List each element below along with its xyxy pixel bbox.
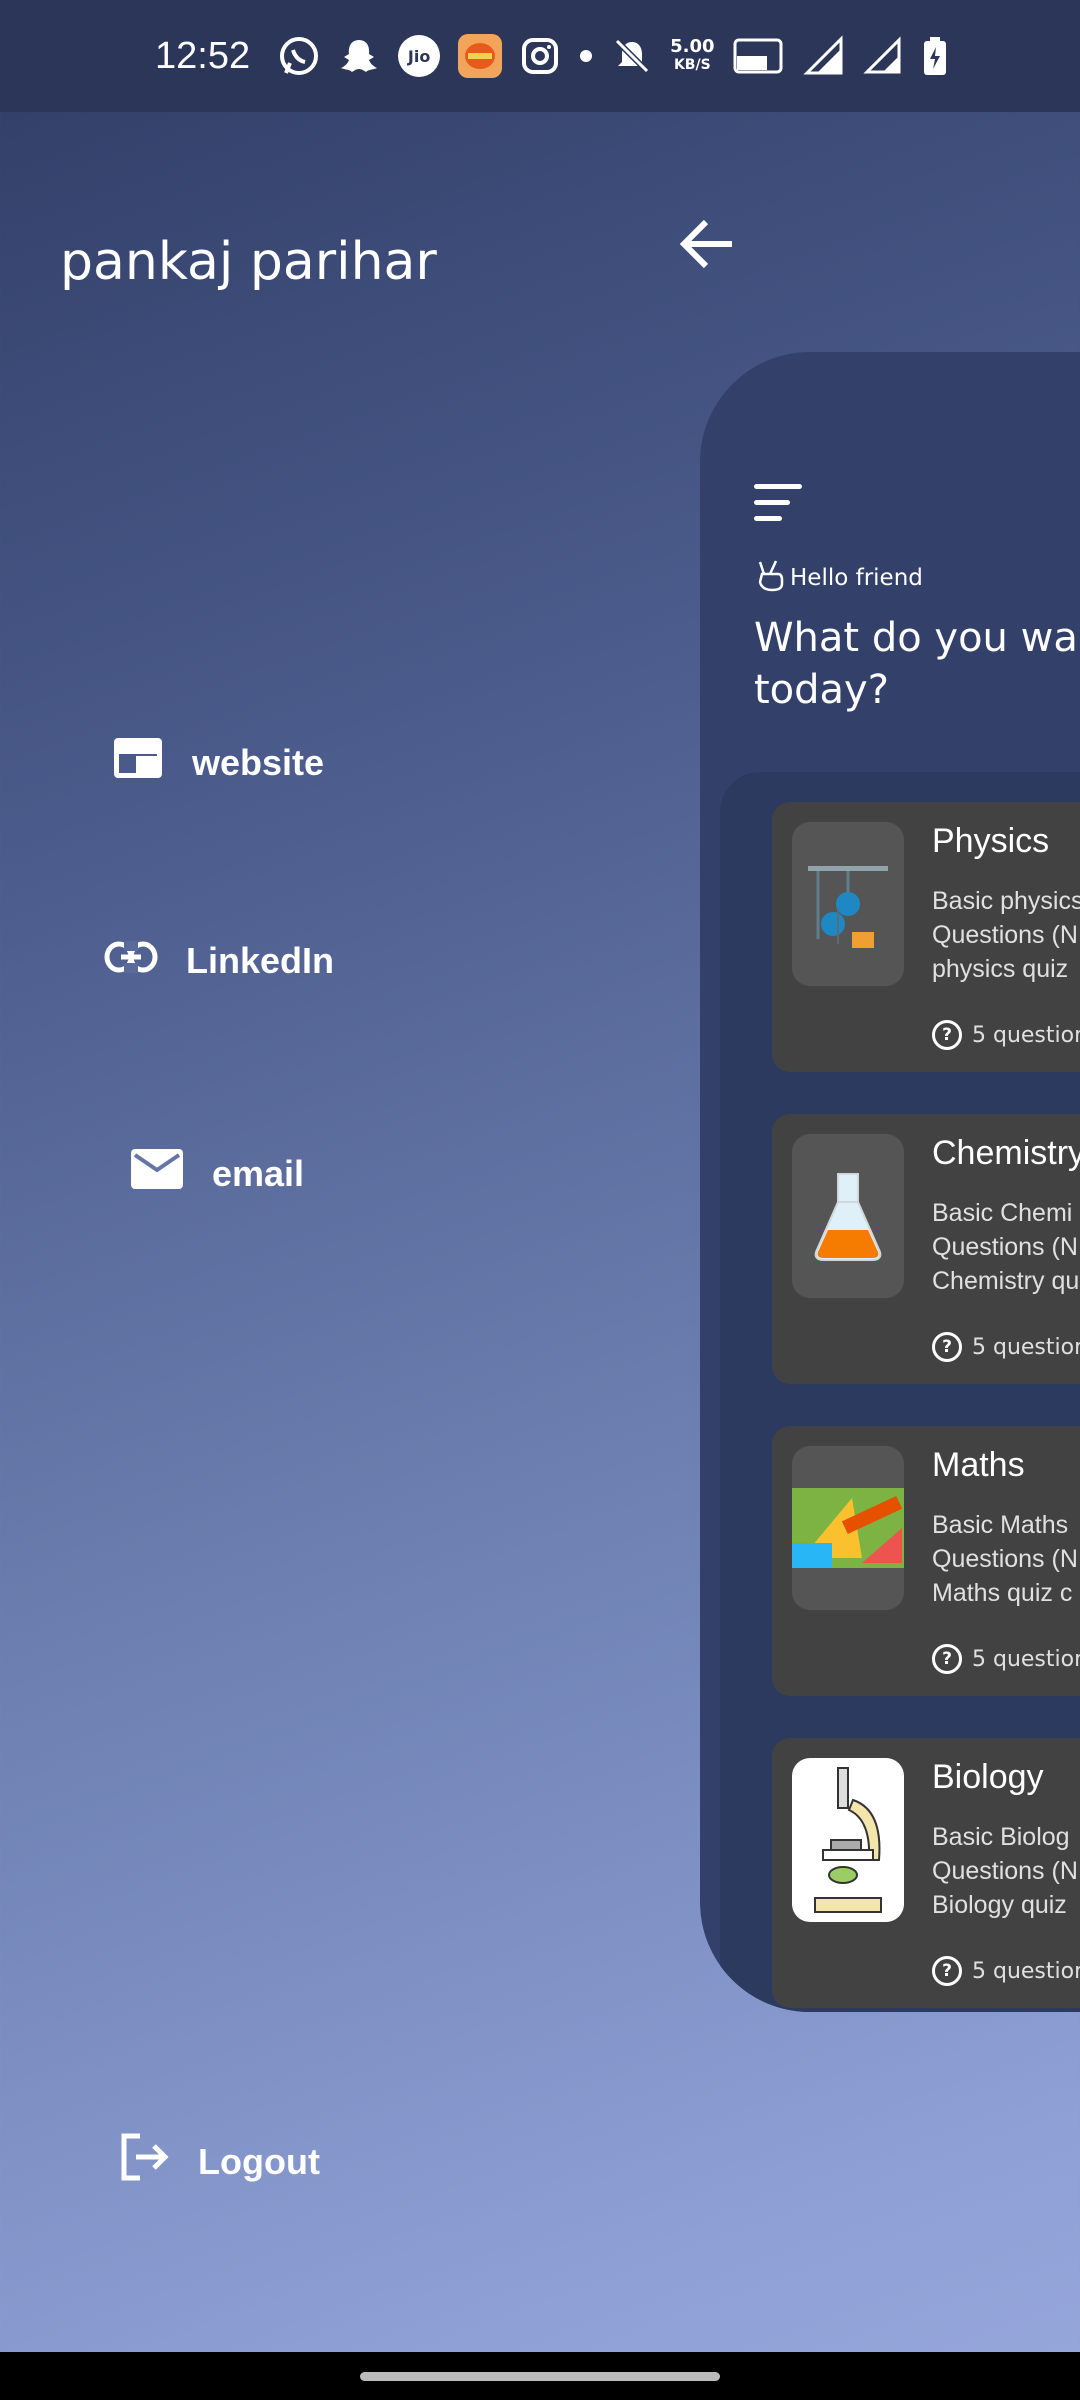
user-name: pankaj parihar xyxy=(60,232,437,292)
drawer-item-label: email xyxy=(212,1152,305,1194)
system-nav-bar xyxy=(0,2352,1080,2400)
logout-icon xyxy=(118,2132,170,2191)
chemistry-thumbnail xyxy=(792,1134,904,1298)
greeting-text: Hello friend xyxy=(790,565,923,591)
card-description: Basic Maths Questions (N Maths quiz c xyxy=(932,1511,1078,1607)
card-title: Maths xyxy=(932,1446,1025,1484)
maths-thumbnail xyxy=(792,1446,904,1610)
peace-hand-icon xyxy=(756,558,784,598)
card-meta: ? 5 questions xyxy=(932,1332,1080,1362)
quiz-list[interactable]: Physics Basic physics Questions (N physi… xyxy=(720,772,1080,2012)
drawer-item-label: LinkedIn xyxy=(186,940,335,981)
home-gesture-handle[interactable] xyxy=(360,2372,720,2381)
signal-4g-icon xyxy=(801,35,845,77)
mute-bell-icon xyxy=(612,36,652,76)
card-title: Physics xyxy=(932,822,1050,860)
question-count: 5 questions xyxy=(972,1334,1080,1360)
physics-thumbnail xyxy=(792,822,904,986)
drawer-item-linkedin[interactable]: LinkedIn xyxy=(104,940,334,982)
help-circle-icon: ? xyxy=(932,1020,962,1050)
card-description: Basic physics Questions (N physics quiz xyxy=(932,887,1080,983)
question-heading: What do you want to learn today? xyxy=(754,615,1080,713)
quiz-card-biology[interactable]: Biology Basic Biolog Questions (N Biolog… xyxy=(772,1738,1080,2008)
speed-unit: KB/S xyxy=(673,57,711,73)
card-meta: ? 5 questions xyxy=(932,1020,1080,1050)
question-count: 5 questions xyxy=(972,1646,1080,1672)
status-time: 12:52 xyxy=(155,34,251,77)
web-icon xyxy=(112,736,164,789)
help-circle-icon: ? xyxy=(932,1332,962,1362)
greeting: Hello friend xyxy=(756,558,923,598)
snapchat-icon xyxy=(338,35,380,77)
drawer-item-label: website xyxy=(192,741,325,783)
card-meta: ? 5 questions xyxy=(932,1956,1080,1986)
speed-value: 5.00 xyxy=(670,36,715,57)
question-count: 5 questions xyxy=(972,1022,1080,1048)
dot-icon xyxy=(578,48,594,64)
logout-button[interactable]: Logout xyxy=(118,2132,320,2191)
battery-charging-icon xyxy=(921,35,949,77)
logout-label: Logout xyxy=(198,2140,320,2182)
status-bar: 12:52 Jio 5.00 KB/S xyxy=(0,0,1080,112)
drawer-item-email[interactable]: email xyxy=(130,1148,304,1199)
menu-icon[interactable] xyxy=(754,484,804,524)
back-arrow-icon[interactable] xyxy=(676,212,740,276)
signal-icon xyxy=(862,36,903,76)
main-screen-panel[interactable]: Hello friend What do you want to learn t… xyxy=(700,352,1080,2012)
biology-thumbnail xyxy=(792,1758,904,1922)
card-title: Chemistry xyxy=(932,1134,1080,1172)
card-title: Biology xyxy=(932,1758,1044,1796)
help-circle-icon: ? xyxy=(932,1644,962,1674)
link-icon xyxy=(104,940,158,982)
whatsapp-icon xyxy=(278,35,320,77)
quiz-card-physics[interactable]: Physics Basic physics Questions (N physi… xyxy=(772,802,1080,1072)
card-meta: ? 5 questions xyxy=(932,1644,1080,1674)
help-circle-icon: ? xyxy=(932,1956,962,1986)
quiz-card-maths[interactable]: Maths Basic Maths Questions (N Maths qui… xyxy=(772,1426,1080,1696)
question-count: 5 questions xyxy=(972,1958,1080,1984)
drawer-item-website[interactable]: website xyxy=(112,736,324,789)
volte-icon xyxy=(733,36,783,76)
burger-king-icon xyxy=(458,34,503,78)
card-description: Basic Chemi Questions (N Chemistry qu xyxy=(932,1199,1080,1295)
quiz-card-chemistry[interactable]: Chemistry Basic Chemi Questions (N Chemi… xyxy=(772,1114,1080,1384)
mail-icon xyxy=(130,1148,184,1199)
card-description: Basic Biolog Questions (N Biology quiz xyxy=(932,1823,1078,1919)
instagram-icon xyxy=(520,36,560,76)
jio-icon: Jio xyxy=(398,35,441,77)
network-speed: 5.00 KB/S xyxy=(670,38,714,74)
